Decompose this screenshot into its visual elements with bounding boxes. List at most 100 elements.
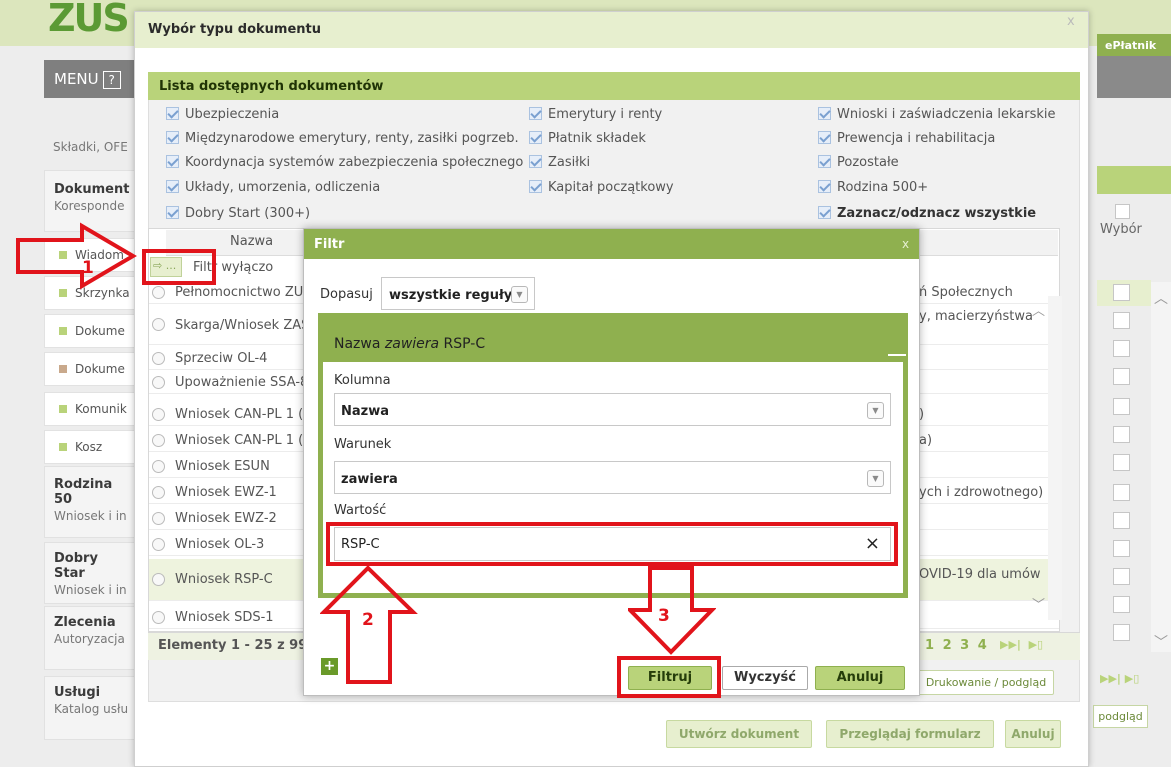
category-checkbox[interactable]: Dobry Start (300+)	[166, 206, 310, 221]
scroll-down-icon[interactable]: ﹀	[1032, 594, 1045, 613]
close-icon[interactable]: x	[1067, 14, 1075, 29]
close-icon[interactable]: x	[902, 237, 909, 251]
category-checkbox[interactable]: Pozostałe	[818, 155, 899, 170]
category-checkbox[interactable]: Wnioski i zaświadczenia lekarskie	[818, 107, 1056, 122]
chevron-down-icon[interactable]: ▼	[867, 470, 884, 487]
sidebar-section-zlecenia[interactable]: Zlecenia Autoryzacja	[44, 606, 140, 670]
row-radio[interactable]	[152, 318, 165, 331]
category-checkbox[interactable]: Międzynarodowe emerytury, renty, zasiłki…	[166, 131, 519, 146]
row-checkbox[interactable]	[1113, 540, 1130, 557]
right-scrollbar[interactable]	[1151, 282, 1171, 652]
row-checkbox[interactable]	[1113, 512, 1130, 529]
row-checkbox[interactable]	[1113, 454, 1130, 471]
category-checkbox[interactable]: Ubezpieczenia	[166, 107, 279, 122]
category-checkbox[interactable]: Płatnik składek	[529, 131, 646, 146]
row-radio[interactable]	[152, 376, 165, 389]
print-preview-button[interactable]: Drukowanie / podgląd	[918, 670, 1054, 695]
row-checkbox[interactable]	[1113, 340, 1130, 357]
sidebar-section-rodzina[interactable]: Rodzina 50 Wniosek i in	[44, 466, 140, 538]
right-green-bar	[1097, 166, 1171, 194]
sidebar-item-dokumenty-2[interactable]: Dokume	[44, 352, 140, 386]
column-header-nazwa[interactable]: Nazwa	[230, 234, 273, 249]
chevron-down-icon[interactable]: ▼	[867, 402, 884, 419]
condition-select[interactable]: zawiera ▼	[334, 461, 891, 494]
zus-logo: ZUS	[48, 0, 130, 40]
last-page-icon[interactable]: ▶▶| ▶▯	[1000, 638, 1043, 651]
row-radio[interactable]	[152, 286, 165, 299]
checkbox-label: Międzynarodowe emerytury, renty, zasiłki…	[185, 131, 519, 146]
row-checkbox[interactable]	[1113, 568, 1130, 585]
eplatnik-link[interactable]: ePłatnik	[1097, 34, 1171, 56]
scroll-up-icon[interactable]: ︿	[1154, 288, 1168, 308]
right-podglad-button[interactable]: podgląd	[1093, 705, 1148, 728]
sidebar-section-uslugi[interactable]: Usługi Katalog usłu	[44, 676, 140, 740]
checkbox-icon[interactable]	[818, 180, 831, 193]
checkbox-icon[interactable]	[166, 155, 179, 168]
category-checkbox[interactable]: Zasiłki	[529, 155, 590, 170]
row-checkbox[interactable]	[1113, 484, 1130, 501]
sidebar-item-dokumenty-1[interactable]: Dokume	[44, 314, 140, 348]
select-all-checkbox[interactable]	[1115, 204, 1130, 219]
help-icon[interactable]: ?	[102, 71, 121, 89]
cancel-button[interactable]: Anuluj	[1005, 720, 1061, 748]
sidebar-section-title: Dokument	[54, 182, 130, 197]
row-radio[interactable]	[152, 512, 165, 525]
menu-button[interactable]: MENU?	[44, 60, 134, 98]
category-checkbox[interactable]: Emerytury i renty	[529, 107, 662, 122]
sidebar-skladki[interactable]: Składki, OFE	[44, 138, 137, 156]
row-radio[interactable]	[152, 434, 165, 447]
row-radio[interactable]	[152, 486, 165, 499]
row-radio[interactable]	[152, 352, 165, 365]
checkbox-icon[interactable]	[166, 180, 179, 193]
filter-cancel-button[interactable]: Anuluj	[815, 666, 905, 690]
pagination[interactable]: 1 2 3 4	[925, 638, 989, 653]
collapse-icon[interactable]	[888, 354, 906, 356]
category-checkbox[interactable]: Kapitał początkowy	[529, 180, 674, 195]
scroll-up-icon[interactable]: ︿	[1032, 300, 1045, 319]
toggle-all-checkbox[interactable]: Zaznacz/odznacz wszystkie	[818, 206, 1036, 221]
checkbox-icon[interactable]	[166, 107, 179, 120]
checkbox-label: Wnioski i zaświadczenia lekarskie	[837, 107, 1056, 122]
filter-clear-button[interactable]: Wyczyść	[722, 666, 808, 690]
category-checkbox[interactable]: Prewencja i rehabilitacja	[818, 131, 995, 146]
sidebar-item-kosz[interactable]: Kosz	[44, 430, 140, 464]
checkbox-icon[interactable]	[529, 155, 542, 168]
category-checkbox[interactable]: Rodzina 500+	[818, 180, 928, 195]
checkbox-label: Dobry Start (300+)	[185, 206, 311, 221]
scroll-down-icon[interactable]: ﹀	[1154, 632, 1168, 652]
last-page-icon[interactable]: ▶▶| ▶▯	[1100, 672, 1139, 685]
checkbox-icon[interactable]	[529, 107, 542, 120]
row-checkbox[interactable]	[1113, 596, 1130, 613]
category-checkbox[interactable]: Koordynacja systemów zabezpieczenia społ…	[166, 155, 523, 170]
row-checkbox[interactable]	[1113, 624, 1130, 641]
checkbox-icon[interactable]	[818, 131, 831, 144]
checkbox-icon[interactable]	[818, 155, 831, 168]
match-select[interactable]: wszystkie reguły ▼	[381, 277, 535, 310]
create-document-button[interactable]: Utwórz dokument	[666, 720, 812, 748]
browse-form-button[interactable]: Przeglądaj formularz	[826, 720, 994, 748]
table-scrollbar[interactable]	[1048, 296, 1062, 620]
row-checkbox[interactable]	[1113, 398, 1130, 415]
checkbox-icon[interactable]	[166, 206, 179, 219]
row-radio[interactable]	[152, 408, 165, 421]
checkbox-icon[interactable]	[529, 131, 542, 144]
category-checkbox[interactable]: Układy, umorzenia, odliczenia	[166, 180, 380, 195]
row-checkbox[interactable]	[1113, 426, 1130, 443]
sidebar-item-komunikaty[interactable]: Komunik	[44, 392, 140, 426]
row-checkbox[interactable]	[1113, 312, 1130, 329]
row-radio[interactable]	[152, 611, 165, 624]
checkbox-icon[interactable]	[529, 180, 542, 193]
row-name: Pełnomocnictwo ZU	[175, 285, 304, 300]
sidebar-section-dobry-start[interactable]: Dobry Star Wniosek i in	[44, 542, 140, 604]
row-radio[interactable]	[152, 460, 165, 473]
row-checkbox[interactable]	[1113, 368, 1130, 385]
checkbox-icon[interactable]	[818, 206, 831, 219]
checkbox-icon[interactable]	[166, 131, 179, 144]
sidebar-section-title: Rodzina 50	[54, 477, 113, 507]
chevron-down-icon[interactable]: ▼	[511, 286, 528, 303]
row-checkbox[interactable]	[1113, 284, 1130, 301]
column-select[interactable]: Nazwa ▼	[334, 393, 891, 426]
row-radio[interactable]	[152, 573, 165, 586]
row-radio[interactable]	[152, 538, 165, 551]
checkbox-icon[interactable]	[818, 107, 831, 120]
